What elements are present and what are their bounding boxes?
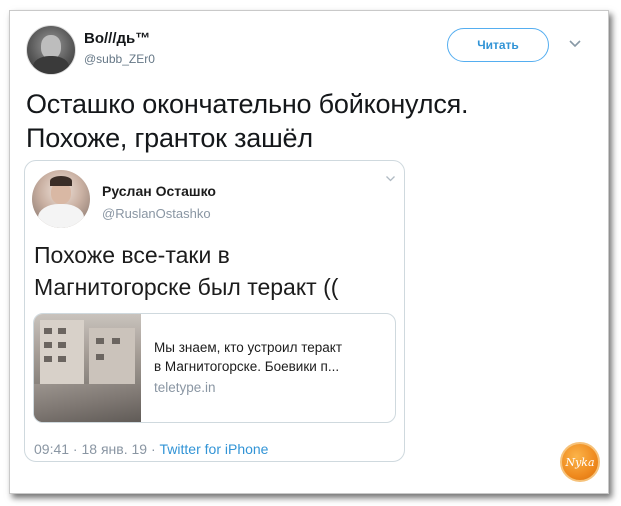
avatar-body (33, 56, 69, 74)
chevron-down-icon[interactable] (568, 39, 582, 49)
quoted-author-handle[interactable]: @RuslanOstashko (102, 206, 211, 221)
quoted-author-avatar[interactable] (32, 170, 90, 228)
avatar-hair (50, 176, 72, 186)
author-name[interactable]: Во///дь™ (84, 30, 150, 47)
tweet-text-line: Осташко окончательно бойконулся. (26, 89, 469, 119)
follow-button[interactable]: Читать (447, 28, 549, 62)
chevron-down-icon[interactable] (385, 175, 396, 183)
tweet-source-link[interactable]: Twitter for iPhone (160, 441, 269, 457)
quoted-tweet[interactable]: Руслан Осташко @RuslanOstashko Похоже вс… (24, 160, 405, 462)
quoted-text-line: Похоже все-таки в (34, 242, 230, 268)
link-card-title-line: в Магнитогорске. Боевики п... (154, 359, 340, 374)
tweet-text: Осташко окончательно бойконулся. Похоже,… (26, 87, 566, 155)
tweet-time: 09:41 (34, 441, 70, 457)
author-avatar[interactable] (26, 25, 76, 75)
link-card[interactable]: Мы знаем, кто устроил теракт в Магнитого… (33, 313, 396, 423)
avatar-shirt (38, 204, 84, 228)
link-card-title-line: Мы знаем, кто устроил теракт (154, 340, 343, 355)
quoted-text-line: Магнитогорске был теракт (( (34, 274, 339, 300)
link-card-thumbnail (34, 314, 141, 422)
watermark-logo: Nyka (560, 442, 600, 482)
quoted-author-name[interactable]: Руслан Осташко (102, 183, 216, 199)
link-card-domain: teletype.in (154, 380, 216, 395)
tweet-text-line: Похоже, гранток зашёл (26, 123, 313, 153)
quoted-tweet-text: Похоже все-таки в Магнитогорске был тера… (34, 239, 338, 303)
quoted-tweet-meta: 09:41 · 18 янв. 19 · Twitter for iPhone (34, 441, 269, 457)
tweet-date: 18 янв. 19 (81, 441, 148, 457)
author-handle[interactable]: @subb_ZEr0 (84, 52, 155, 66)
link-card-title: Мы знаем, кто устроил теракт в Магнитого… (154, 338, 390, 376)
